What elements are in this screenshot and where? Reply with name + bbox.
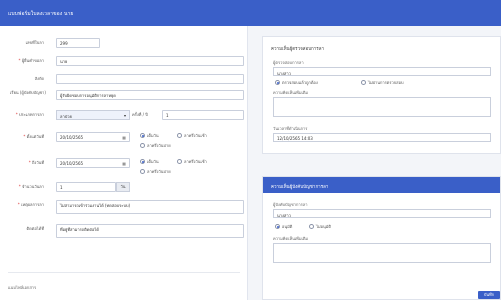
start-date-input[interactable]: 20/10/2565 ▦ xyxy=(56,132,130,142)
approver-name-input[interactable]: นางสาว xyxy=(273,209,491,218)
save-button[interactable]: บันทึก xyxy=(478,291,500,299)
doc-no-input[interactable]: 299 xyxy=(56,38,100,48)
approval-column: ความเห็นผู้ตรวจสอบการลา ผู้ตรวจสอบการลา … xyxy=(262,26,501,300)
inspector-no-radio[interactable]: ไม่ผ่านการตรวจสอบ xyxy=(361,79,404,86)
to-input[interactable]: ผู้รับผิดชอบการอนุมัติการลาหยุด xyxy=(56,90,244,100)
leave-form-panel: เลขที่ใบลา 299 * ผู้ยื่นคำขอลา นาย สังกั… xyxy=(0,26,248,300)
end-afternoon-radio[interactable]: ลาครึ่งวันบ่าย xyxy=(140,168,171,175)
leave-type-label: * ประเภทการลา xyxy=(15,112,44,117)
position-label: สังกัด xyxy=(34,76,44,81)
inspector-ok-radio[interactable]: ตรวจสอบแล้วถูกต้อง xyxy=(275,79,318,86)
start-afternoon-radio[interactable]: ลาครึ่งวันบ่าย xyxy=(140,142,171,149)
to-label: เรียน (ผู้บังคับบัญชา) xyxy=(10,90,46,95)
approver-comment-label: ความคิดเห็นเพิ่มเติม xyxy=(273,236,309,241)
approver-comment-textarea[interactable] xyxy=(273,243,491,263)
requester-input[interactable]: นาย xyxy=(56,56,244,66)
chevron-down-icon: ▾ xyxy=(123,113,126,118)
contact-label: ติดต่อได้ที่ xyxy=(26,226,44,231)
start-date-label: * ตั้งแต่วันที่ xyxy=(23,134,44,139)
approver-card-title: ความเห็นผู้บังคับบัญชาการลา xyxy=(263,177,500,193)
inspector-date-input[interactable]: 12/10/2565 14:03 xyxy=(273,133,491,142)
reject-radio[interactable]: ไม่อนุมัติ xyxy=(309,223,331,230)
header-bar: แบบฟอร์มใบลงเวลาของ นาย xyxy=(0,0,501,26)
end-full-radio[interactable]: เต็มวัน xyxy=(140,158,159,165)
total-days-label: * จำนวนวันลา xyxy=(18,184,44,189)
doc-no-label: เลขที่ใบลา xyxy=(25,40,44,45)
total-days-unit: วัน xyxy=(116,182,130,192)
inspector-card: ความเห็นผู้ตรวจสอบการลา ผู้ตรวจสอบการลา … xyxy=(262,36,501,154)
contact-textarea[interactable]: ที่อยู่ที่สามารถติดต่อได้ xyxy=(56,224,244,238)
attachment-label: แนบไฟล์เอกสาร xyxy=(8,285,37,290)
inspector-date-label: วันเวลาที่ดำเนินการ xyxy=(273,126,308,131)
approver-card: ความเห็นผู้บังคับบัญชาการลา ผู้บังคับบัญ… xyxy=(262,176,501,300)
inspector-card-title: ความเห็นผู้ตรวจสอบการลา xyxy=(271,47,325,52)
calendar-icon[interactable]: ▦ xyxy=(122,161,126,166)
total-days-input[interactable]: 1 xyxy=(56,182,116,192)
reason-label: * เหตุผลการลา xyxy=(17,202,44,207)
approve-radio[interactable]: อนุมัติ xyxy=(275,223,292,230)
position-input[interactable] xyxy=(56,74,244,84)
inspector-comment-label: ความคิดเห็นเพิ่มเติม xyxy=(273,90,309,95)
approver-name-label: ผู้บังคับบัญชาการลา xyxy=(273,202,308,207)
end-morning-radio[interactable]: ลาครึ่งวันเช้า xyxy=(177,158,207,165)
inspector-comment-textarea[interactable] xyxy=(273,97,491,117)
divider xyxy=(8,272,240,273)
reason-textarea[interactable]: ไม่สามารถเข้าร่วมงานได้ (ทดสอบระบบ) xyxy=(56,200,244,214)
requester-label: * ผู้ยื่นคำขอลา xyxy=(18,58,44,63)
end-date-input[interactable]: 20/10/2565 ▦ xyxy=(56,158,130,168)
end-date-label: * ถึงวันที่ xyxy=(28,160,44,165)
start-morning-radio[interactable]: ลาครึ่งวันเช้า xyxy=(177,132,207,139)
leave-type-select[interactable]: ลาป่วย ▾ xyxy=(56,110,130,120)
inspector-name-label: ผู้ตรวจสอบการลา xyxy=(273,60,304,65)
start-full-radio[interactable]: เต็มวัน xyxy=(140,132,159,139)
inspector-name-input[interactable]: นางสาว xyxy=(273,67,491,76)
calendar-icon[interactable]: ▦ xyxy=(122,135,126,140)
count-label: ครั้งที่ / ปี xyxy=(132,112,148,117)
page-title: แบบฟอร์มใบลงเวลาของ นาย xyxy=(8,11,74,17)
count-input[interactable]: 1 xyxy=(162,110,244,120)
